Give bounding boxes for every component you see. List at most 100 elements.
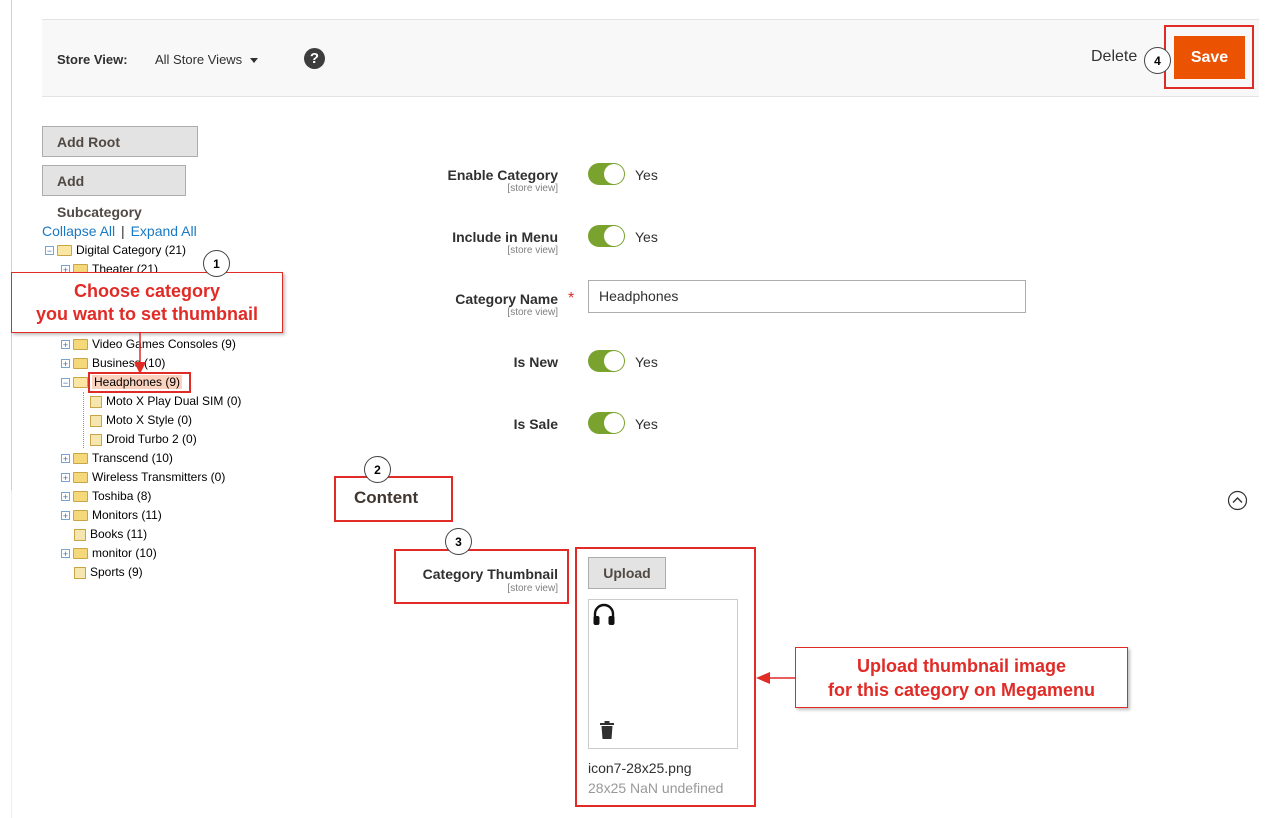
add-subcategory-button[interactable]: Add Subcategory [42, 165, 186, 220]
collapse-toggle-icon[interactable]: − [61, 378, 70, 388]
tree-node-label: Monitors (11) [92, 508, 162, 522]
folder-icon [73, 548, 88, 560]
folder-icon [90, 395, 102, 408]
toggle-knob [604, 226, 624, 246]
collapse-toggle-icon[interactable]: − [45, 246, 54, 256]
include-in-menu-toggle[interactable] [588, 225, 625, 247]
annotation-highlight-save [1164, 25, 1254, 89]
thumbnail-preview [588, 599, 738, 749]
scope-label: [store view] [507, 245, 558, 256]
folder-icon [73, 339, 88, 351]
delete-button[interactable]: Delete [1091, 48, 1137, 66]
left-border-lower [11, 490, 12, 818]
arrow-down-icon [134, 332, 146, 374]
category-name-input[interactable]: Headphones [588, 280, 1026, 313]
tree-node-monitors[interactable]: + Monitors (11) [61, 506, 162, 525]
callout-line: Upload thumbnail image [856, 656, 1066, 676]
include-in-menu-label: Include in Menu [452, 229, 558, 245]
scope-label: [store view] [507, 307, 558, 318]
headphones-icon [593, 603, 615, 625]
folder-icon [74, 566, 86, 579]
collapse-all-link[interactable]: Collapse All [42, 223, 115, 239]
annotation-step-3: 3 [445, 528, 472, 555]
file-meta: 28x25 NaN undefined [588, 780, 724, 796]
enable-category-toggle[interactable] [588, 163, 625, 185]
folder-icon [73, 472, 88, 484]
annotation-callout-choose-category: Choose category you want to set thumbnai… [11, 272, 283, 333]
tree-node-toshiba[interactable]: + Toshiba (8) [61, 487, 151, 506]
tree-node-monitor[interactable]: + monitor (10) [61, 544, 157, 563]
tree-node-moto-style[interactable]: Moto X Style (0) [90, 411, 192, 430]
tree-node-label: Books (11) [90, 527, 148, 541]
folder-icon [73, 491, 88, 503]
tree-node-droid[interactable]: Droid Turbo 2 (0) [90, 430, 197, 449]
expand-all-link[interactable]: Expand All [131, 223, 197, 239]
tree-controls: Collapse All | Expand All [42, 223, 197, 239]
tree-node-label: Droid Turbo 2 (0) [106, 432, 197, 446]
tree-node-moto-dual[interactable]: Moto X Play Dual SIM (0) [90, 392, 241, 411]
tree-node-books[interactable]: Books (11) [74, 525, 147, 544]
category-thumbnail-label: Category Thumbnail [422, 566, 558, 582]
callout-line: you want to set thumbnail [35, 304, 258, 324]
is-sale-value: Yes [635, 416, 658, 432]
required-marker: * [568, 290, 575, 307]
scope-label: [store view] [507, 583, 558, 594]
tree-node-label: Sports (9) [90, 565, 143, 579]
is-sale-label: Is Sale [513, 416, 558, 432]
expand-toggle-icon[interactable]: + [61, 511, 70, 521]
annotation-step-1: 1 [203, 250, 230, 277]
add-root-category-button[interactable]: Add Root Category [42, 126, 198, 181]
trash-icon[interactable] [599, 720, 615, 740]
tree-node-label: Wireless Transmitters (0) [92, 470, 226, 484]
scope-label: [store view] [507, 183, 558, 194]
folder-icon [73, 453, 88, 465]
expand-toggle-icon[interactable]: + [61, 340, 70, 350]
folder-icon [90, 414, 102, 427]
arrow-left-icon [756, 672, 797, 684]
tree-controls-separator: | [121, 223, 125, 239]
help-icon[interactable]: ? [304, 48, 325, 69]
tree-node-label: monitor (10) [92, 546, 157, 560]
tree-node-label: Digital Category (21) [76, 243, 187, 257]
toggle-knob [604, 351, 624, 371]
enable-category-value: Yes [635, 167, 658, 183]
callout-line: for this category on Megamenu [827, 680, 1096, 700]
tree-node-sports[interactable]: Sports (9) [74, 563, 143, 582]
tree-node-label: Moto X Style (0) [106, 413, 193, 427]
category-name-label: Category Name [455, 291, 558, 307]
is-sale-toggle[interactable] [588, 412, 625, 434]
annotation-callout-upload: Upload thumbnail image for this category… [795, 647, 1128, 708]
expand-toggle-icon[interactable]: + [61, 492, 70, 502]
expand-toggle-icon[interactable]: + [61, 359, 70, 369]
left-border [11, 0, 12, 490]
tree-node-label: Transcend (10) [92, 451, 173, 465]
tree-node-label: Toshiba (8) [92, 489, 152, 503]
tree-node-root[interactable]: − Digital Category (21) [45, 241, 186, 260]
expand-toggle-icon[interactable]: + [61, 454, 70, 464]
toggle-knob [604, 164, 624, 184]
is-new-toggle[interactable] [588, 350, 625, 372]
folder-icon [73, 377, 88, 389]
tree-node-wireless[interactable]: + Wireless Transmitters (0) [61, 468, 225, 487]
enable-category-label: Enable Category [447, 167, 558, 183]
upload-button[interactable]: Upload [588, 557, 666, 589]
store-view-value: All Store Views [155, 52, 243, 67]
store-view-switcher[interactable]: All Store Views [155, 52, 259, 67]
expand-toggle-icon[interactable]: + [61, 473, 70, 483]
tree-node-transcend[interactable]: + Transcend (10) [61, 449, 173, 468]
store-view-label: Store View: [57, 52, 128, 67]
folder-icon [73, 358, 88, 370]
collapse-circle-icon[interactable] [1227, 490, 1248, 511]
folder-icon [73, 510, 88, 522]
include-in-menu-value: Yes [635, 229, 658, 245]
folder-icon [57, 245, 72, 257]
expand-toggle-icon[interactable]: + [61, 549, 70, 559]
file-name: icon7-28x25.png [588, 760, 692, 776]
caret-down-icon [250, 58, 259, 64]
is-new-label: Is New [513, 354, 558, 370]
annotation-step-4: 4 [1144, 47, 1171, 74]
folder-icon [74, 528, 86, 541]
is-new-value: Yes [635, 354, 658, 370]
toggle-knob [604, 413, 624, 433]
content-section-title[interactable]: Content [354, 488, 418, 508]
